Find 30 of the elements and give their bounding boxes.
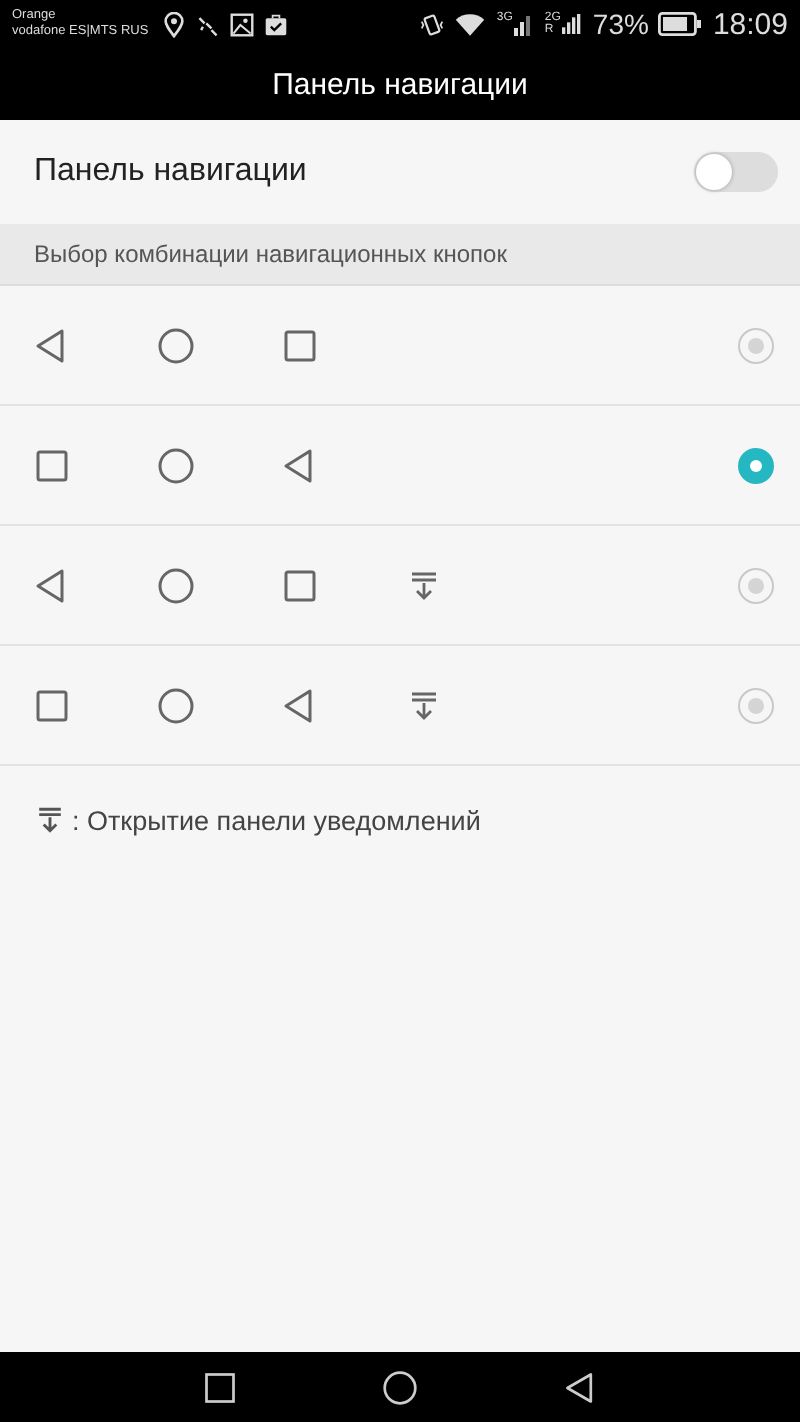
square-icon — [32, 445, 72, 485]
image-icon — [230, 11, 255, 37]
circle-icon — [156, 445, 196, 485]
circle-icon[interactable] — [382, 1369, 418, 1405]
setting-label: Панель навигации — [34, 154, 307, 190]
square-icon — [280, 565, 320, 605]
clock: 18:09 — [712, 7, 788, 41]
square-icon — [32, 685, 72, 725]
signal-icon — [514, 12, 535, 36]
square-icon[interactable] — [202, 1369, 238, 1405]
battery-percent: 73% — [592, 8, 649, 40]
triangle-icon[interactable] — [562, 1369, 598, 1405]
square-icon — [280, 325, 320, 365]
vibrate-icon — [420, 11, 445, 37]
briefcase-check-icon — [264, 11, 289, 37]
section-header: Выбор комбинации навигационных кнопок — [0, 224, 800, 286]
legend-text: : Открытие панели уведомлений — [72, 805, 481, 835]
battery-icon — [658, 12, 703, 36]
location-pin-icon — [162, 11, 187, 37]
circle-icon — [156, 325, 196, 365]
circle-icon — [156, 685, 196, 725]
radio-button[interactable] — [738, 687, 774, 723]
screen-title: Панель навигации — [272, 67, 528, 101]
radio-button[interactable] — [738, 447, 774, 483]
radio-button[interactable] — [738, 567, 774, 603]
wifi-icon — [454, 11, 487, 37]
circle-icon — [156, 565, 196, 605]
toggle-switch[interactable] — [694, 152, 778, 192]
radio-button[interactable] — [738, 327, 774, 363]
signal-icon — [562, 12, 583, 36]
